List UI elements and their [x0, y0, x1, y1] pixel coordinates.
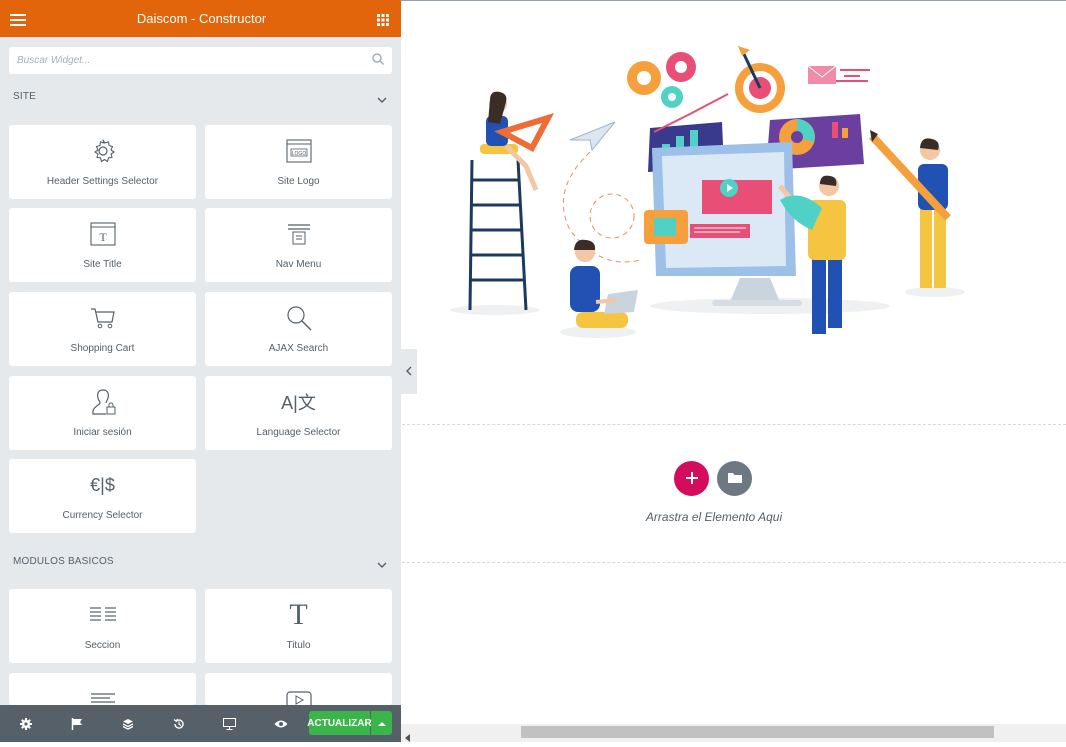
section-basic-modules-label[interactable]: MODULOS BASICOS: [13, 556, 114, 567]
chevron-down-icon[interactable]: [377, 92, 387, 103]
widget-label: Shopping Cart: [70, 343, 135, 354]
cart-icon: [90, 304, 116, 332]
widget-ajax-search[interactable]: AJAX Search: [205, 292, 392, 366]
widget-label: Site Logo: [277, 176, 320, 187]
team-illustration: [440, 40, 980, 350]
search-icon: [286, 304, 312, 332]
flag-icon[interactable]: [51, 705, 102, 742]
panel-title: Daiscom - Constructor: [136, 11, 267, 26]
gear-icon: [90, 137, 116, 165]
widget-label: Seccion: [84, 640, 121, 651]
horizontal-scrollbar[interactable]: [401, 724, 1066, 742]
widget-label: Nav Menu: [275, 259, 322, 270]
language-icon: A|文: [281, 393, 316, 413]
widget-label: Language Selector: [256, 427, 341, 438]
drop-zone-top-border: [402, 424, 1066, 425]
widget-label: Titulo: [286, 640, 311, 651]
widget-search-input[interactable]: Buscar Widget...: [9, 47, 392, 74]
section-icon: [89, 601, 117, 629]
widget-section[interactable]: Seccion: [9, 589, 196, 663]
login-icon: [90, 388, 116, 416]
widget-shopping-cart[interactable]: Shopping Cart: [9, 292, 196, 366]
widget-label: Header Settings Selector: [46, 176, 159, 187]
widget-header-settings-selector[interactable]: Header Settings Selector: [9, 125, 196, 199]
widget-label: AJAX Search: [268, 343, 329, 354]
add-template-button[interactable]: [717, 461, 752, 496]
folder-icon: [727, 470, 742, 488]
caret-up-icon: [377, 714, 386, 732]
section-site-label[interactable]: SITE: [13, 91, 36, 102]
update-button[interactable]: ACTUALIZAR: [307, 711, 372, 735]
widget-site-title[interactable]: T Site Title: [9, 208, 196, 282]
widget-label: Site Title: [83, 259, 122, 270]
add-section-button[interactable]: [674, 461, 709, 496]
currency-icon: €|$: [90, 474, 115, 495]
logo-icon-text: LOGO: [291, 151, 306, 157]
hamburger-icon[interactable]: [10, 13, 26, 26]
preview-eye-icon[interactable]: [255, 705, 306, 742]
drop-zone-text: Arrastra el Elemento Aqui: [645, 510, 783, 524]
widget-language-selector[interactable]: A|文 Language Selector: [205, 376, 392, 450]
widget-video[interactable]: [205, 673, 392, 709]
plus-icon: [685, 467, 698, 490]
responsive-icon[interactable]: [204, 705, 255, 742]
widget-label: Currency Selector: [62, 510, 143, 521]
widget-text-editor[interactable]: [9, 673, 196, 705]
panel-header: Daiscom - Constructor: [0, 0, 401, 37]
search-placeholder: Buscar Widget...: [17, 55, 91, 66]
widget-label: Iniciar sesión: [73, 427, 132, 438]
layers-icon[interactable]: [102, 705, 153, 742]
nav-menu-icon: [286, 220, 312, 248]
heading-icon: T: [289, 598, 308, 631]
logo-icon: LOGO: [285, 137, 312, 165]
widget-heading[interactable]: T Titulo: [205, 589, 392, 663]
chevron-down-icon[interactable]: [377, 557, 387, 568]
widgets-grid-icon[interactable]: [377, 13, 389, 26]
scrollbar-thumb[interactable]: [521, 726, 994, 738]
widget-currency-selector[interactable]: €|$ Currency Selector: [9, 459, 196, 533]
title-icon: T: [89, 220, 116, 248]
search-icon: [372, 53, 385, 68]
widget-site-logo[interactable]: LOGO Site Logo: [205, 125, 392, 199]
update-options-button[interactable]: [371, 711, 392, 735]
widget-nav-menu[interactable]: Nav Menu: [205, 208, 392, 282]
widget-login[interactable]: Iniciar sesión: [9, 376, 196, 450]
editor-panel: Daiscom - Constructor Buscar Widget... S…: [0, 0, 401, 742]
title-icon-text: T: [99, 230, 107, 244]
drop-zone-bottom-border: [402, 562, 1066, 563]
history-icon[interactable]: [153, 705, 204, 742]
settings-icon[interactable]: [0, 705, 51, 742]
scroll-left-arrow-icon[interactable]: [405, 729, 410, 747]
